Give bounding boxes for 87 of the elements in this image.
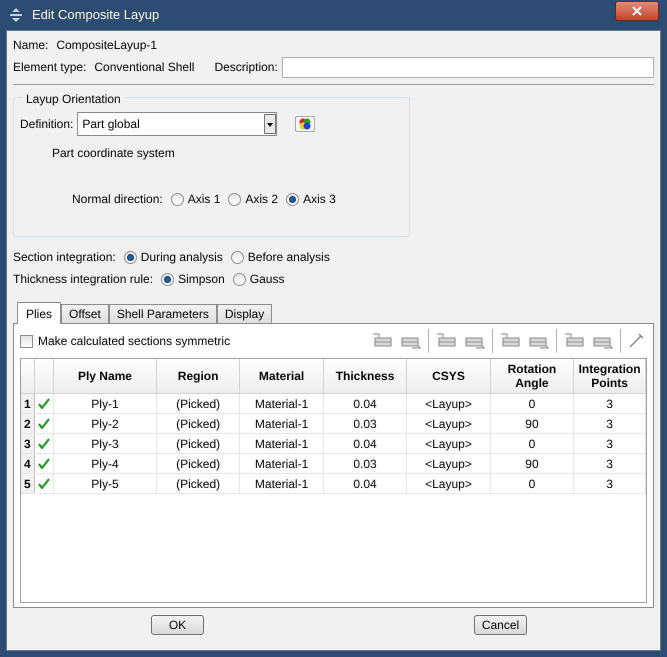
radio-option[interactable]: During analysis (124, 248, 223, 266)
radio-button[interactable] (124, 250, 137, 264)
column-header: Ply Name (54, 359, 157, 393)
field-value: Conventional Shell (94, 59, 194, 76)
app-icon (8, 7, 24, 23)
radio-button[interactable] (286, 192, 300, 206)
table-cell: <Layup> (407, 414, 491, 433)
table-cell: 0 (490, 434, 574, 453)
window-title: Edit Composite Layup (32, 6, 160, 24)
description-field[interactable] (282, 56, 654, 78)
table-cell: Material-1 (240, 394, 324, 413)
tab[interactable]: Display (216, 304, 272, 323)
radio-option[interactable]: Axis 3 (286, 190, 336, 208)
dialog-button[interactable]: Cancel (474, 615, 527, 635)
definition-dropdown[interactable]: Part global (77, 112, 278, 136)
table-cell: 0.04 (324, 394, 408, 413)
pencil-icon[interactable] (627, 332, 645, 350)
table-cell: 0.04 (324, 434, 408, 453)
table-cell: 3 (574, 474, 646, 493)
field-label: Description: (214, 59, 278, 76)
table-cell: <Layup> (407, 454, 491, 473)
radio-option[interactable]: Gauss (232, 270, 284, 288)
table-cell: 0 (490, 474, 574, 493)
radio-button[interactable] (161, 272, 174, 286)
column-header: Region (156, 359, 240, 393)
radio-option[interactable]: Axis 2 (228, 190, 278, 208)
field-label: Section integration: (13, 249, 116, 266)
radio-button[interactable] (170, 192, 184, 206)
column-header: Thickness (324, 359, 408, 393)
field-label: Thickness integration rule: (13, 271, 154, 288)
radio-button[interactable] (228, 192, 242, 206)
csys-button[interactable] (295, 116, 316, 132)
close-icon (632, 6, 642, 16)
table-cell: 0.03 (324, 414, 408, 433)
table-cell: (Picked) (156, 414, 240, 433)
row-number: 4 (21, 454, 35, 473)
close-button[interactable] (615, 1, 659, 21)
field-label: Normal direction: (72, 191, 163, 208)
row-number: 5 (21, 474, 35, 493)
table-cell: (Picked) (156, 394, 240, 413)
table-cell: 3 (574, 394, 646, 413)
symmetric-checkbox[interactable]: Make calculated sections symmetric (20, 332, 230, 350)
table-cell: <Layup> (407, 434, 491, 453)
radio-button[interactable] (232, 272, 246, 286)
table-cell: 3 (574, 454, 646, 473)
table-cell: (Picked) (156, 434, 240, 453)
table-cell: Ply-1 (54, 394, 157, 413)
table-cell: 0 (490, 394, 574, 413)
radio-option[interactable]: Before analysis (230, 248, 330, 266)
table-cell: Ply-4 (54, 454, 157, 473)
table-cell: Material-1 (240, 414, 324, 433)
table-cell: Material-1 (240, 454, 324, 473)
table-cell: Material-1 (240, 434, 324, 453)
tab[interactable]: Plies (17, 302, 62, 324)
table-cell: (Picked) (156, 474, 240, 493)
field-value: CompositeLayup-1 (56, 37, 158, 54)
table-cell: Ply-3 (54, 434, 157, 453)
row-number: 2 (21, 414, 35, 433)
color-wheel-icon (298, 118, 312, 130)
table-cell: 0.04 (324, 474, 408, 493)
table-cell: <Layup> (407, 394, 491, 413)
row-number: 1 (21, 394, 35, 413)
field-label: Name: (13, 37, 48, 54)
field-label: Definition: (20, 116, 74, 133)
table-cell: 90 (490, 414, 574, 433)
column-header: Rotation Angle (490, 359, 574, 393)
table-cell: 3 (574, 414, 646, 433)
tab[interactable]: Shell Parameters (108, 304, 217, 323)
table-cell: <Layup> (407, 474, 491, 493)
table-cell: (Picked) (156, 454, 240, 473)
column-header: Material (240, 359, 324, 393)
tab[interactable]: Offset (61, 304, 109, 323)
column-header: Integration Points (574, 359, 646, 393)
table-cell: 0.03 (324, 454, 408, 473)
table-cell: 90 (490, 454, 574, 473)
radio-button[interactable] (230, 250, 244, 264)
table-cell: Ply-2 (54, 414, 157, 433)
orientation-note: Part coordinate system (52, 145, 176, 162)
column-header: CSYS (407, 359, 491, 393)
table-cell: Ply-5 (54, 474, 157, 493)
table-cell: 3 (574, 434, 646, 453)
field-label: Element type: (13, 59, 86, 76)
dialog-button[interactable]: OK (151, 615, 204, 635)
radio-option[interactable]: Simpson (161, 270, 225, 288)
row-number: 3 (21, 434, 35, 453)
radio-option[interactable]: Axis 1 (170, 190, 220, 208)
table-cell: Material-1 (240, 474, 324, 493)
